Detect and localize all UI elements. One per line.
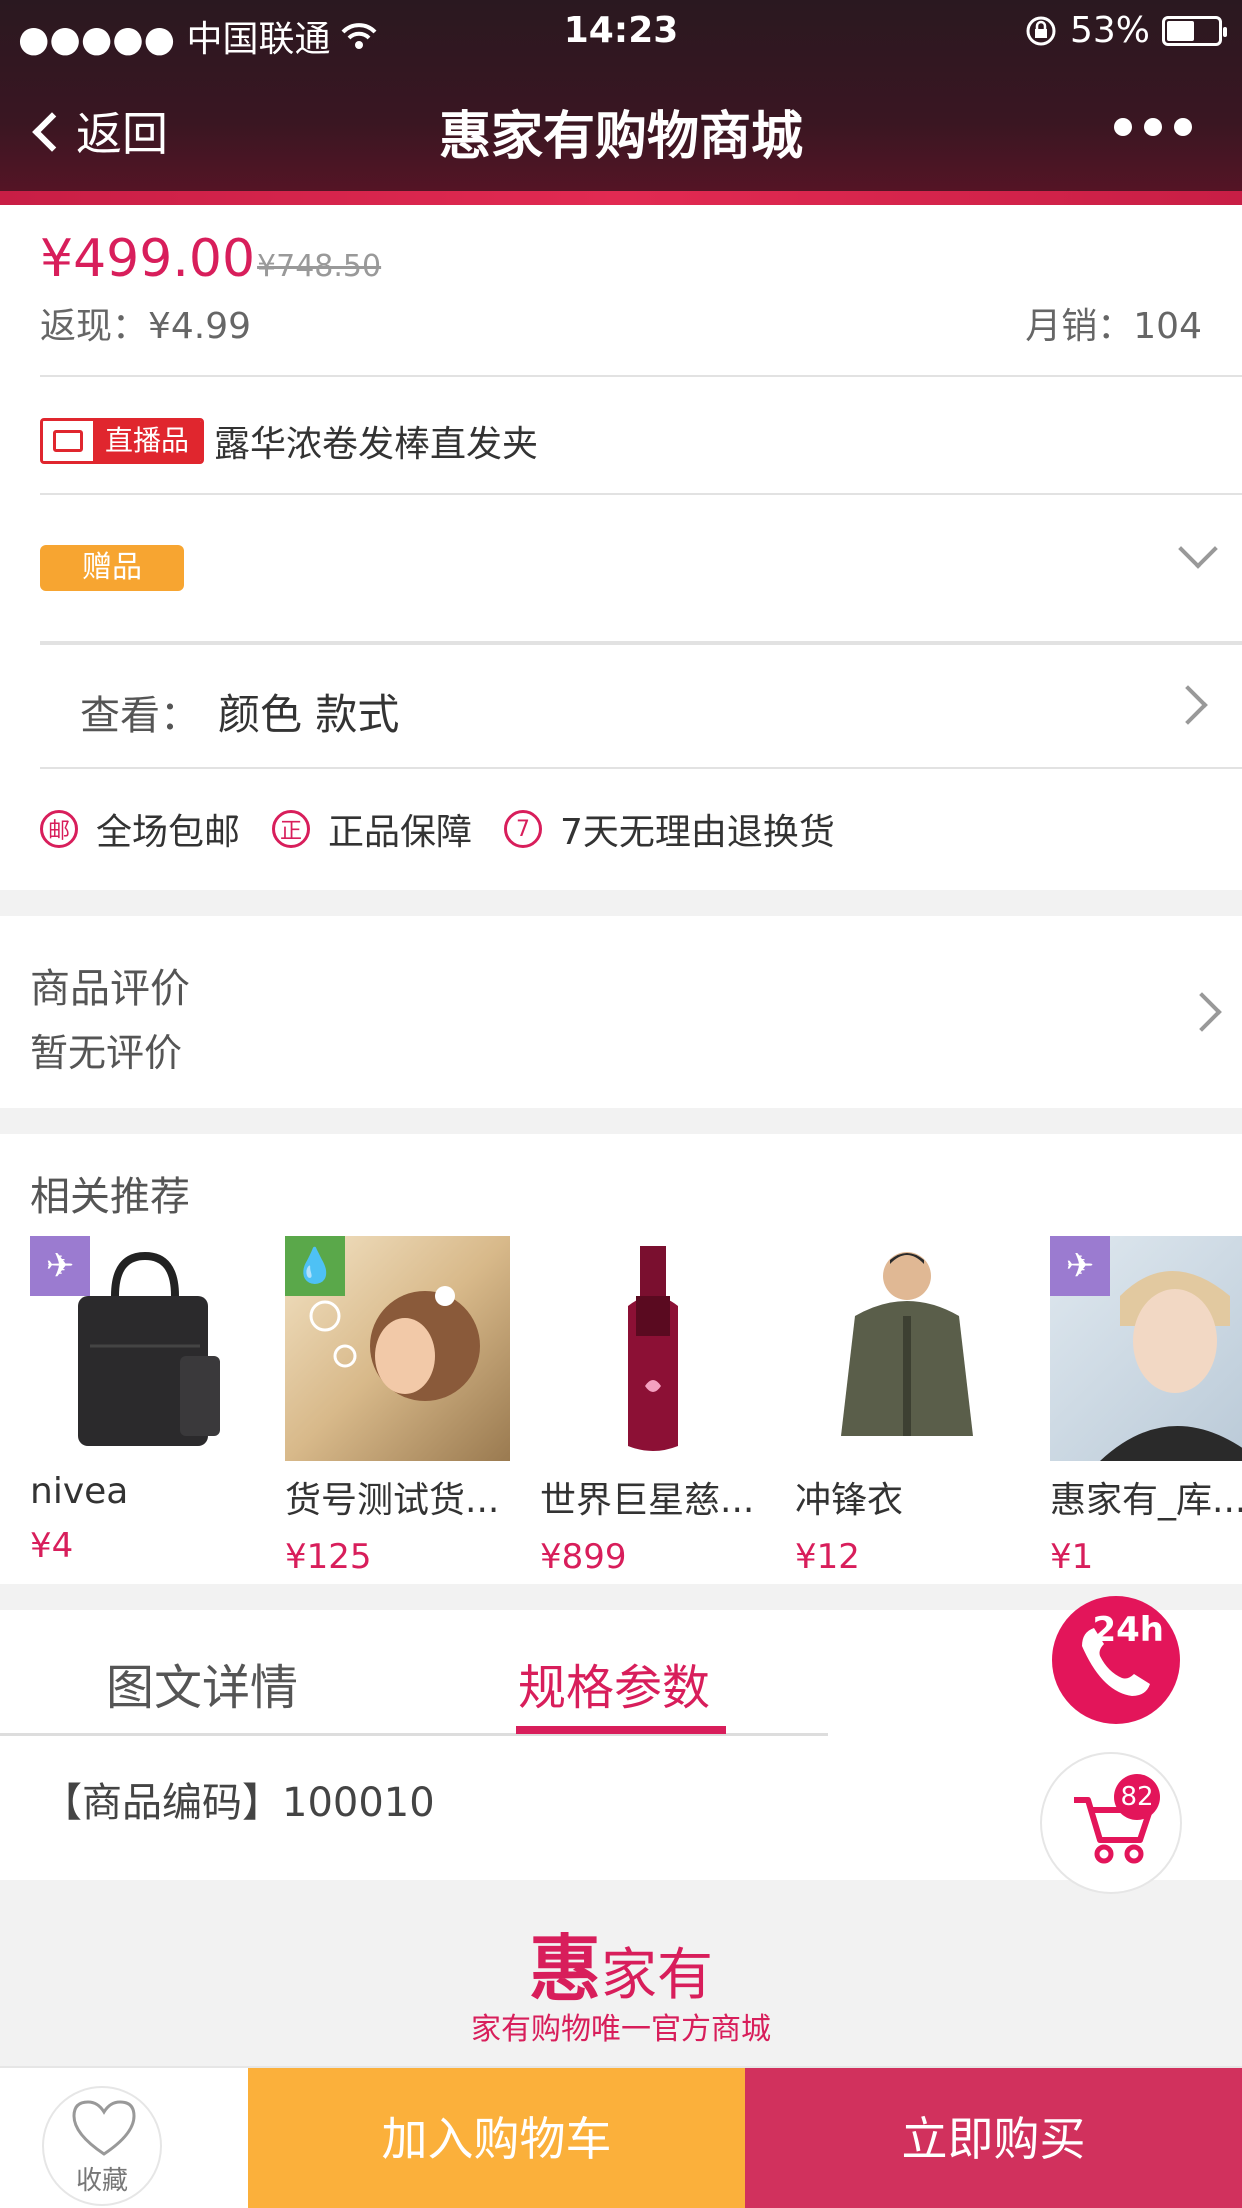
brand-logo: 惠家有 (0, 1910, 1242, 2015)
recommend-name: 世界巨星慈... (540, 1480, 755, 1521)
nav-bar: 返回 惠家有购物商城 (0, 80, 1242, 176)
divider (40, 375, 1242, 377)
product-info-card: ¥499.00¥748.50 返现：¥4.99 月销：104 直播品 露华浓卷发… (0, 205, 1242, 890)
drop-icon: 💧 (285, 1236, 345, 1296)
top-bar: ●●●●● 中国联通 14:23 53% 返回 惠家有购物商城 (0, 0, 1242, 205)
gift-badge: 赠品 (40, 545, 184, 591)
recommend-item[interactable]: 💧 货号测试货... ¥125 (285, 1236, 510, 1577)
view-options: 颜色 款式 (218, 690, 400, 739)
recommend-price: ¥1 (1050, 1537, 1094, 1577)
hotline-label: 24h (1092, 1610, 1164, 1650)
tv-icon (43, 421, 93, 461)
detail-tabs: 图文详情 规格参数 (0, 1610, 828, 1736)
product-image: 💧 (285, 1236, 510, 1461)
chevron-down-icon[interactable] (1178, 529, 1218, 569)
favorite-label: 收藏 (75, 2166, 128, 2196)
recommend-name: 冲锋衣 (795, 1480, 904, 1521)
hotline-button[interactable]: 24h (1052, 1596, 1180, 1724)
buy-now-button[interactable]: 立即购买 (745, 2068, 1242, 2208)
seven-day-icon: 7 (504, 810, 543, 848)
chevron-right-icon[interactable] (1168, 685, 1208, 725)
cart-count-badge: 82 (1114, 1774, 1160, 1820)
recommend-item[interactable]: 世界巨星慈... ¥899 (540, 1236, 765, 1577)
monthly-sales: 月销：104 (1025, 306, 1202, 347)
cart-shortcut-button[interactable]: 82 (1040, 1752, 1182, 1894)
product-name: 露华浓卷发棒直发夹 (214, 424, 539, 465)
product-image: ✈ (1050, 1236, 1242, 1461)
rotation-lock-icon (1026, 16, 1056, 45)
feature-return: 7 7天无理由退换货 (504, 803, 835, 855)
product-code: 【商品编码】100010 (42, 1780, 435, 1826)
battery-icon (1162, 15, 1227, 46)
service-features: 邮 全场包邮 正 正品保障 7 7天无理由退换货 (40, 803, 867, 855)
wine-bottle-image (628, 1246, 678, 1451)
add-to-cart-button[interactable]: 加入购物车 (248, 2068, 745, 2208)
genuine-icon: 正 (272, 810, 311, 848)
recommend-price: ¥899 (540, 1537, 627, 1577)
page-title: 惠家有购物商城 (438, 107, 803, 167)
jacket-image (841, 1252, 973, 1436)
feature-free-shipping: 邮 全场包邮 (40, 803, 240, 855)
reviews-section[interactable]: 商品评价 暂无评价 (0, 916, 1242, 1108)
active-tab-indicator (516, 1726, 726, 1734)
divider (40, 493, 1242, 495)
status-bar: ●●●●● 中国联通 14:23 53% (0, 0, 1242, 60)
recommend-name: 货号测试货... (285, 1480, 500, 1521)
recommend-name: nivea (30, 1471, 129, 1512)
cashback: 返现：¥4.99 (40, 306, 252, 347)
original-price: ¥748.50 (257, 249, 382, 284)
recommend-price: ¥12 (795, 1537, 860, 1577)
product-image: ✈ (30, 1236, 255, 1461)
divider (40, 767, 1242, 769)
product-image (795, 1236, 1020, 1461)
brand-slogan: 家有购物唯一官方商城 (471, 2012, 771, 2047)
tab-specs[interactable]: 规格参数 (518, 1648, 710, 1718)
divider (40, 641, 1242, 645)
product-title-row: 直播品 露华浓卷发棒直发夹 (40, 415, 538, 467)
current-price: ¥499.00 (40, 229, 256, 289)
product-image (540, 1236, 765, 1461)
recommend-item[interactable]: ✈ nivea ¥4 (30, 1236, 255, 1577)
chevron-right-icon (1182, 992, 1222, 1032)
more-button[interactable] (1114, 118, 1192, 136)
recommend-price: ¥4 (30, 1526, 74, 1566)
mail-icon: 邮 (40, 810, 78, 848)
recommend-name: 惠家有_库... (1050, 1480, 1242, 1521)
recommend-list: ✈ nivea ¥4 💧 货号测试货... ¥125 世界巨星慈... ¥899… (30, 1236, 1242, 1577)
reviews-empty: 暂无评价 (30, 1031, 183, 1075)
feature-label: 正品保障 (328, 812, 473, 853)
heart-icon (72, 2100, 136, 2156)
recommend-title: 相关推荐 (30, 1174, 190, 1220)
price: ¥499.00¥748.50 (40, 229, 381, 289)
battery-percent: 53% (1069, 10, 1150, 51)
brand-footer: 惠家有 家有购物唯一官方商城 (0, 1880, 1242, 2066)
cart-icon (1074, 1797, 1153, 1864)
plane-icon: ✈ (30, 1236, 90, 1296)
logo-hui: 惠 (528, 1927, 601, 2011)
feature-label: 7天无理由退换货 (560, 812, 835, 853)
tab-details[interactable]: 图文详情 (106, 1648, 298, 1718)
bottom-action-bar: 收藏 加入购物车 立即购买 (0, 2066, 1242, 2208)
recommend-item[interactable]: ✈ 惠家有_库... ¥1 (1050, 1236, 1242, 1577)
live-badge: 直播品 (40, 418, 205, 464)
reviews-title: 商品评价 (30, 966, 190, 1012)
logo-rest: 家有 (601, 1943, 713, 2008)
live-badge-label: 直播品 (93, 421, 202, 461)
recommend-price: ¥125 (285, 1537, 372, 1577)
favorite-button[interactable]: 收藏 (42, 2086, 162, 2206)
view-label: 查看： (80, 693, 200, 739)
feature-genuine: 正 正品保障 (272, 803, 472, 855)
feature-label: 全场包邮 (96, 812, 241, 853)
spec-selector[interactable]: 查看： 颜色 款式 (80, 681, 399, 742)
recommend-section: 相关推荐 ✈ nivea ¥4 💧 货号测试货... ¥125 世界巨星慈...… (0, 1134, 1242, 1584)
plane-icon: ✈ (1050, 1236, 1110, 1296)
status-right: 53% (1024, 10, 1227, 51)
recommend-item[interactable]: 冲锋衣 ¥12 (795, 1236, 1020, 1577)
